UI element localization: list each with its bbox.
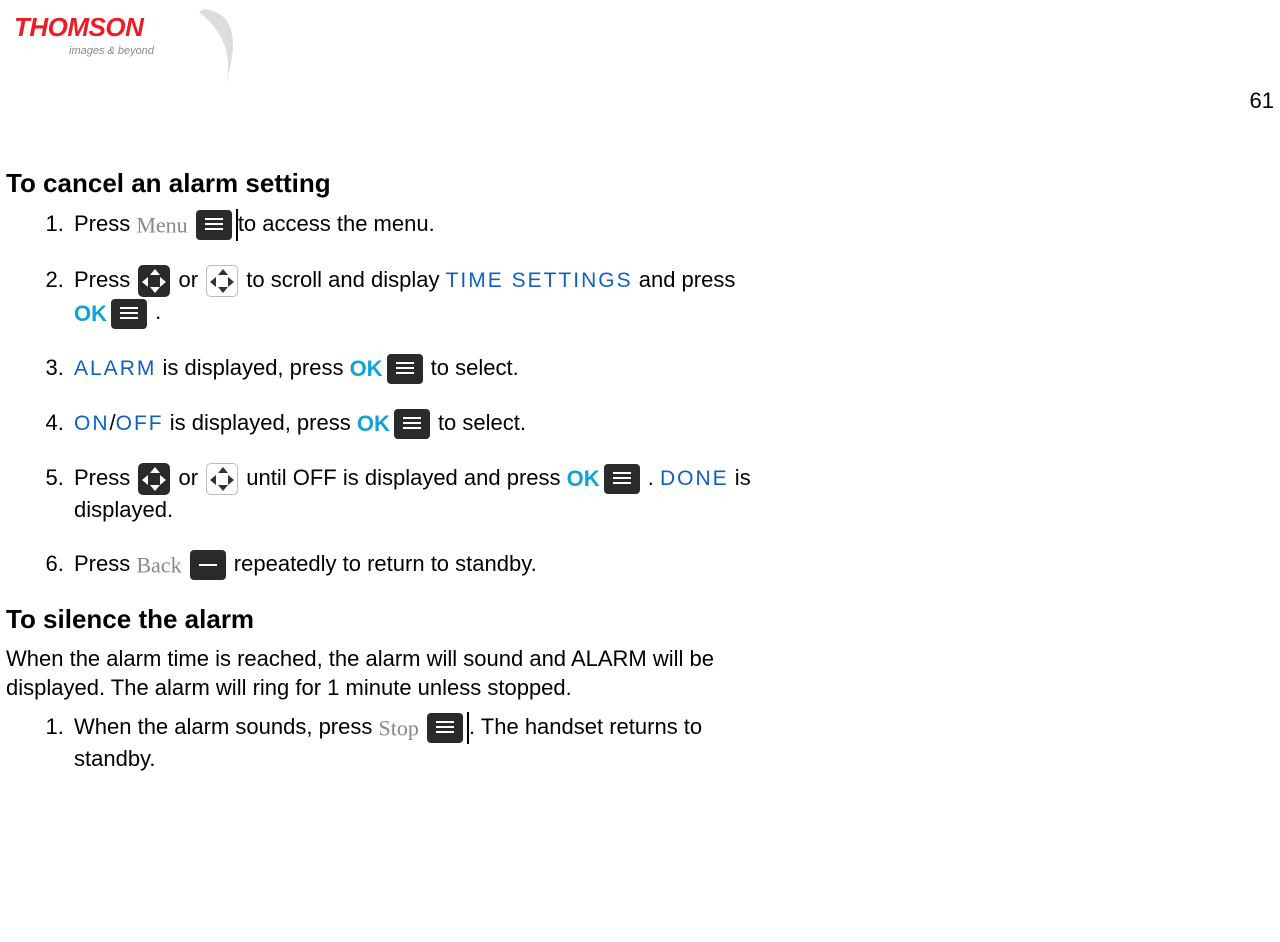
dpad-light-icon bbox=[206, 463, 238, 495]
dpad-dark-icon bbox=[138, 265, 170, 297]
step-1: Press Menu to access the menu. bbox=[70, 209, 786, 241]
stop-button-icon bbox=[427, 713, 463, 743]
dpad-dark-icon bbox=[138, 463, 170, 495]
step-5: Press or until OFF is displayed and pres… bbox=[70, 463, 786, 525]
page-number: 61 bbox=[1250, 88, 1274, 114]
highlight-done: DONE bbox=[660, 467, 729, 490]
logo-swoosh-icon bbox=[194, 4, 254, 94]
steps-cancel-alarm: Press Menu to access the menu. Press or … bbox=[70, 209, 786, 580]
dpad-light-icon bbox=[206, 265, 238, 297]
step-2: Press or to scroll and display TIME SETT… bbox=[70, 265, 786, 328]
heading-cancel-alarm: To cancel an alarm setting bbox=[6, 168, 786, 199]
menu-button-icon bbox=[196, 210, 232, 240]
menu-label: Menu bbox=[136, 212, 187, 237]
ok-label: OK bbox=[74, 301, 107, 326]
back-button-icon bbox=[190, 550, 226, 580]
ok-button-icon bbox=[394, 409, 430, 439]
silence-step-1: When the alarm sounds, press Stop . The … bbox=[70, 712, 786, 774]
ok-button-icon bbox=[604, 464, 640, 494]
highlight-time-settings: TIME SETTINGS bbox=[446, 269, 633, 292]
back-label: Back bbox=[136, 552, 181, 577]
ok-label: OK bbox=[357, 411, 390, 436]
stop-label: Stop bbox=[378, 716, 418, 741]
highlight-off: OFF bbox=[116, 412, 164, 435]
heading-silence-alarm: To silence the alarm bbox=[6, 604, 786, 635]
ok-label: OK bbox=[350, 356, 383, 381]
content: To cancel an alarm setting Press Menu to… bbox=[6, 150, 786, 798]
step-3: ALARM is displayed, press OK to select. bbox=[70, 353, 786, 384]
highlight-on: ON bbox=[74, 412, 110, 435]
step-6: Press Back repeatedly to return to stand… bbox=[70, 549, 786, 580]
logo: THOMSON images & beyond bbox=[14, 12, 234, 92]
step-4: ON/OFF is displayed, press OK to select. bbox=[70, 408, 786, 439]
ok-button-icon bbox=[111, 299, 147, 329]
highlight-alarm: ALARM bbox=[74, 357, 156, 380]
steps-silence-alarm: When the alarm sounds, press Stop . The … bbox=[70, 712, 786, 774]
ok-label: OK bbox=[567, 466, 600, 491]
ok-button-icon bbox=[387, 354, 423, 384]
silence-alarm-paragraph: When the alarm time is reached, the alar… bbox=[6, 645, 786, 702]
